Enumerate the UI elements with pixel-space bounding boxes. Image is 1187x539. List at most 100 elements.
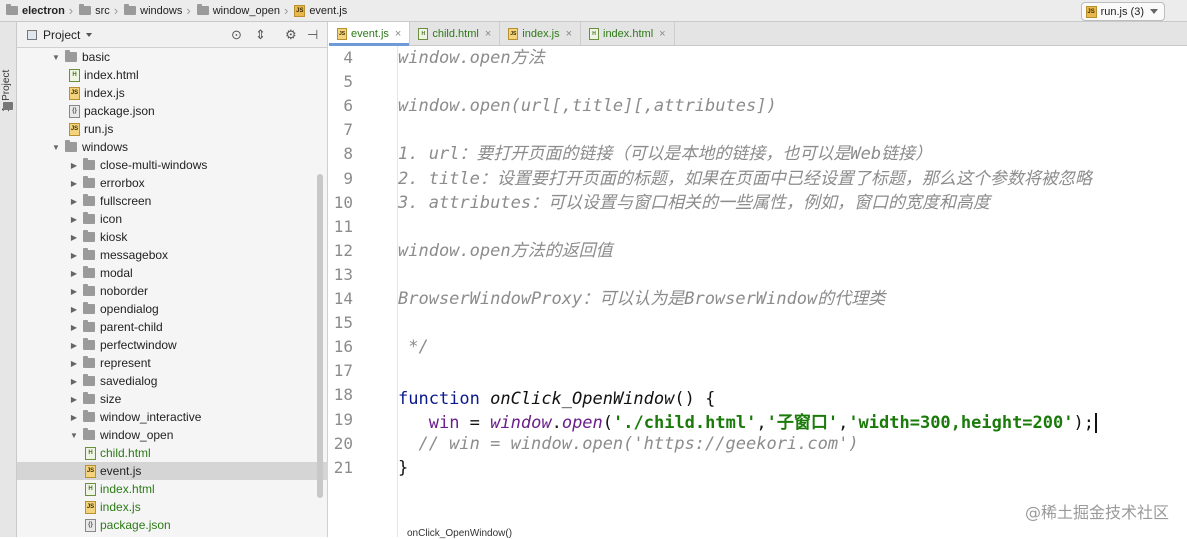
collapsed-arrow-icon[interactable]: ▶ bbox=[69, 215, 79, 224]
tree-item-label: represent bbox=[100, 356, 151, 370]
project-icon bbox=[27, 29, 37, 40]
close-icon[interactable]: × bbox=[659, 28, 665, 40]
tab-child-html[interactable]: Hchild.html × bbox=[410, 22, 501, 45]
line-number: 11 bbox=[333, 216, 353, 236]
tree-item[interactable]: {} package.json bbox=[17, 102, 328, 120]
collapsed-arrow-icon[interactable]: ▶ bbox=[69, 341, 79, 350]
expanded-arrow-icon[interactable]: ▼ bbox=[69, 431, 79, 440]
hide-icon[interactable]: ⊣ bbox=[307, 28, 318, 41]
crumb-src[interactable]: src › bbox=[73, 0, 118, 22]
code-line-14: BrowserWindowProxy：可以认为是BrowserWindow的代理… bbox=[398, 289, 886, 309]
line-number: 8 bbox=[343, 144, 353, 164]
tree-item[interactable]: ▶ size bbox=[17, 390, 328, 408]
tree-item[interactable]: ▶ savedialog bbox=[17, 372, 328, 390]
folder-icon bbox=[83, 320, 95, 332]
tree-item[interactable]: ▶ close-multi-windows bbox=[17, 156, 328, 174]
code-line-12: window.open方法的返回值 bbox=[398, 240, 613, 261]
collapsed-arrow-icon[interactable]: ▶ bbox=[69, 287, 79, 296]
collapsed-arrow-icon[interactable]: ▶ bbox=[69, 233, 79, 242]
run-configuration-select[interactable]: JS run.js (3) bbox=[1080, 2, 1165, 21]
close-icon[interactable]: × bbox=[566, 28, 572, 40]
close-icon[interactable]: × bbox=[485, 28, 491, 40]
collapsed-arrow-icon[interactable]: ▶ bbox=[69, 377, 79, 386]
code-line-16: */ bbox=[398, 337, 429, 358]
tree-item[interactable]: ▶ fullscreen bbox=[17, 192, 328, 210]
close-icon[interactable]: × bbox=[395, 28, 401, 40]
collapsed-arrow-icon[interactable]: ▶ bbox=[69, 179, 79, 188]
tree-item[interactable]: ▶ modal bbox=[17, 264, 328, 282]
chevron-down-icon[interactable] bbox=[86, 32, 93, 37]
project-title[interactable]: Project bbox=[43, 28, 80, 42]
code-breadcrumb[interactable]: onClick_OpenWindow() bbox=[407, 528, 512, 539]
tree-item[interactable]: ▶ messagebox bbox=[17, 246, 328, 264]
tree-item[interactable]: ▼ window_open bbox=[17, 426, 328, 444]
collapsed-arrow-icon[interactable]: ▶ bbox=[69, 305, 79, 314]
tree-item[interactable]: ▼ basic bbox=[17, 48, 328, 66]
tree-item[interactable]: ▼ windows bbox=[17, 138, 328, 156]
line-number: 17 bbox=[333, 361, 353, 381]
gear-icon[interactable]: ⚙ bbox=[285, 28, 297, 41]
tab-index-html[interactable]: Hindex.html × bbox=[581, 22, 675, 45]
tree-item[interactable]: ▶ noborder bbox=[17, 282, 328, 300]
code-editor[interactable]: function onClick_OpenWindow() { win = wi… bbox=[398, 46, 1187, 537]
crumb-electron[interactable]: electron › bbox=[0, 0, 73, 22]
tab-label: child.html bbox=[432, 27, 479, 40]
crumb-window-open[interactable]: window_open › bbox=[191, 0, 288, 22]
tree-item-label: noborder bbox=[100, 284, 149, 298]
tree-item[interactable]: ▶ icon bbox=[17, 210, 328, 228]
tree-item-label: size bbox=[100, 392, 122, 406]
tab-event-js[interactable]: JS event.js × bbox=[329, 22, 411, 46]
json-file-icon: {} bbox=[85, 518, 96, 532]
tree-item-label: windows bbox=[82, 140, 129, 154]
collapse-icon[interactable]: ⇕ bbox=[255, 28, 266, 41]
folder-icon bbox=[65, 140, 77, 152]
tree-item-label: kiosk bbox=[100, 230, 128, 244]
collapsed-arrow-icon[interactable]: ▶ bbox=[69, 269, 79, 278]
html-file-icon: H bbox=[589, 27, 599, 40]
line-number: 18 bbox=[333, 385, 353, 405]
collapsed-arrow-icon[interactable]: ▶ bbox=[69, 359, 79, 368]
tab-index-js[interactable]: JS index.js × bbox=[500, 22, 581, 45]
tree-item[interactable]: {} package.json bbox=[17, 516, 328, 534]
tree-item[interactable]: ▶ window_interactive bbox=[17, 408, 328, 426]
tree-item-label: window_open bbox=[100, 428, 174, 442]
js-file-icon: JS bbox=[1085, 5, 1097, 18]
collapsed-arrow-icon[interactable]: ▶ bbox=[69, 161, 79, 170]
tree-item[interactable]: ▶ errorbox bbox=[17, 174, 328, 192]
scrollbar[interactable] bbox=[317, 174, 323, 498]
folder-icon bbox=[83, 266, 95, 278]
tree-item[interactable]: Hchild.html bbox=[17, 444, 328, 462]
code-line-8: 1. url：要打开页面的链接（可以是本地的链接，也可以是Web链接） bbox=[398, 144, 933, 165]
html-file-icon: H bbox=[418, 27, 429, 40]
collapsed-arrow-icon[interactable]: ▶ bbox=[69, 413, 79, 422]
collapsed-arrow-icon[interactable]: ▶ bbox=[69, 251, 79, 260]
collapsed-arrow-icon[interactable]: ▶ bbox=[69, 323, 79, 332]
tree-item[interactable]: ▶ opendialog bbox=[17, 300, 328, 318]
tree-item[interactable]: ▶ perfectwindow bbox=[17, 336, 328, 354]
expanded-arrow-icon[interactable]: ▼ bbox=[51, 53, 61, 62]
json-file-icon: {} bbox=[69, 104, 80, 118]
folder-icon bbox=[196, 4, 209, 15]
tree-item[interactable]: JS index.js bbox=[17, 498, 328, 516]
crumb-event-js[interactable]: JS event.js bbox=[288, 0, 347, 22]
line-number: 19 bbox=[333, 409, 353, 429]
expanded-arrow-icon[interactable]: ▼ bbox=[51, 143, 61, 152]
locate-icon[interactable]: ⊙ bbox=[231, 28, 242, 41]
tree-item[interactable]: ▶ kiosk bbox=[17, 228, 328, 246]
tree-item[interactable]: JS run.js bbox=[17, 120, 328, 138]
tree-item[interactable]: JS index.js bbox=[17, 84, 328, 102]
tree-item[interactable]: Hindex.html bbox=[17, 66, 328, 84]
tree-item[interactable]: Hindex.html bbox=[17, 480, 328, 498]
tree-item[interactable]: ▶ parent-child bbox=[17, 318, 328, 336]
collapsed-arrow-icon[interactable]: ▶ bbox=[69, 395, 79, 404]
crumb-windows[interactable]: windows › bbox=[118, 0, 191, 22]
folder-icon bbox=[83, 176, 95, 188]
collapsed-arrow-icon[interactable]: ▶ bbox=[69, 197, 79, 206]
tree-item[interactable]: JS event.js bbox=[17, 462, 328, 480]
tree-item-label: run.js bbox=[84, 122, 114, 136]
folder-icon bbox=[83, 248, 95, 260]
js-file-icon: JS bbox=[85, 500, 96, 514]
folder-icon bbox=[83, 374, 95, 386]
tree-item[interactable]: ▶ represent bbox=[17, 354, 328, 372]
editor-tabs: JS event.js × Hchild.html × JS index.js × Hindex… bbox=[329, 22, 1187, 46]
